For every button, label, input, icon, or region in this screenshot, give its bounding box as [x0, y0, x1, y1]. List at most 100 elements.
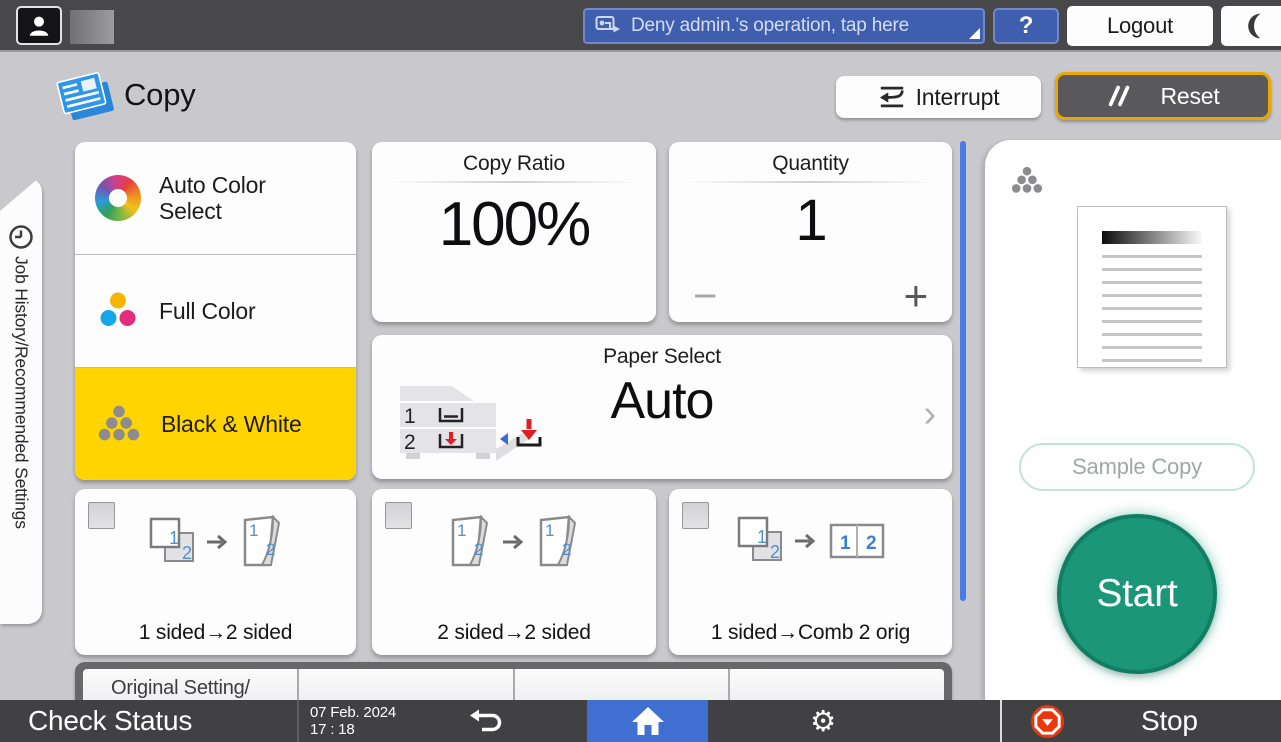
remote-operation-icon	[595, 16, 620, 33]
home-button[interactable]	[587, 700, 708, 742]
job-history-tab[interactable]: Job History/Recommended Settings	[0, 177, 42, 624]
arrow-right-icon	[794, 533, 815, 549]
help-button[interactable]: ?	[993, 8, 1059, 44]
duplex-option-1sided-combine[interactable]: 2 1 1 2 1 sided→Comb 2 orig	[669, 489, 952, 655]
copy-ratio-value: 100%	[438, 190, 592, 259]
status-indicator	[70, 10, 114, 44]
svg-text:2: 2	[866, 533, 876, 554]
full-color-icon	[100, 292, 136, 326]
back-button[interactable]	[468, 707, 508, 737]
color-mode-auto[interactable]: Auto Color Select	[75, 142, 356, 255]
color-mode-panel: Auto Color Select Full Color Black & Whi…	[75, 142, 356, 480]
gear-icon: ⚙	[810, 705, 836, 738]
person-icon	[29, 16, 49, 36]
arrow-right-icon	[503, 534, 524, 550]
duplex-icon-group: 2 1 1 2	[75, 515, 356, 569]
logout-label: Logout	[1106, 13, 1174, 38]
divider	[388, 181, 640, 183]
duplex-icon-group: 2 1 1 2	[669, 515, 952, 567]
grayscale-gradient-bar	[1102, 231, 1202, 244]
top-bar: Deny admin.'s operation, tap here ? Logo…	[0, 0, 1281, 52]
deny-banner-label: Deny admin.'s operation, tap here	[631, 15, 909, 36]
svg-text:2: 2	[770, 542, 780, 562]
vertical-scrollbar[interactable]	[960, 141, 966, 601]
duplex-option-label: 1 sided→2 sided	[138, 621, 293, 644]
duplex-option-2sided-2sided[interactable]: 1 2 1 2 2 sided→2 sided	[372, 489, 656, 655]
home-icon	[631, 707, 664, 735]
paper-select-card[interactable]: Paper Select Auto › 1 2	[372, 335, 952, 479]
svg-text:2: 2	[562, 540, 571, 559]
arrow-right-icon	[206, 534, 227, 550]
interrupt-button[interactable]: Interrupt	[836, 76, 1041, 118]
sample-copy-label: Sample Copy	[1072, 454, 1202, 479]
stop-label: Stop	[1141, 705, 1198, 736]
reset-button[interactable]: Reset	[1055, 72, 1271, 120]
quantity-minus-button[interactable]: −	[693, 272, 718, 320]
svg-text:1: 1	[457, 521, 466, 540]
reset-label: Reset	[1160, 82, 1220, 109]
color-mode-black-white[interactable]: Black & White	[75, 368, 356, 480]
reset-slashes-icon	[1109, 85, 1130, 107]
deny-admin-banner[interactable]: Deny admin.'s operation, tap here	[583, 8, 985, 44]
start-label: Start	[1096, 572, 1178, 615]
job-preview-panel: Sample Copy Start	[985, 140, 1281, 700]
stop-icon	[1030, 704, 1065, 738]
svg-text:2: 2	[266, 540, 275, 559]
svg-text:1: 1	[249, 521, 258, 540]
start-button[interactable]: Start	[1057, 514, 1217, 674]
combine-two-pages-icon: 1 2	[829, 523, 884, 559]
full-color-label: Full Color	[159, 297, 256, 324]
sample-copy-button[interactable]: Sample Copy	[1019, 443, 1255, 491]
duplex-option-label: 2 sided→2 sided	[437, 621, 591, 644]
interrupt-icon	[879, 86, 904, 108]
logout-button[interactable]: Logout	[1067, 6, 1213, 46]
duplex-icon-group: 1 2 1 2	[372, 515, 656, 569]
one-sided-pages-icon: 2 1	[149, 517, 194, 563]
job-history-tab-label: Job History/Recommended Settings	[11, 256, 32, 529]
back-arrow-icon	[470, 709, 502, 732]
clock-icon	[9, 225, 33, 249]
duplex-option-1sided-2sided[interactable]: 2 1 1 2 1 sided→2 sided	[75, 489, 356, 655]
auto-color-icon	[85, 165, 151, 231]
duplex-option-label: 1 sided→Comb 2 orig	[710, 621, 911, 644]
bottom-status-bar: Check Status 07 Feb. 2024 17 : 18 ⚙ Stop	[0, 700, 1281, 742]
quantity-label: Quantity	[772, 152, 849, 175]
two-sided-page-icon: 1 2	[451, 515, 489, 567]
paper-select-label: Paper Select	[603, 345, 721, 368]
time-label: 17 : 18	[310, 721, 355, 739]
page-title: Copy	[124, 77, 196, 112]
interrupt-label: Interrupt	[915, 83, 1000, 110]
svg-text:1: 1	[404, 405, 415, 428]
color-mode-full-color[interactable]: Full Color	[75, 255, 356, 368]
date-label: 07 Feb. 2024	[310, 704, 397, 721]
svg-text:2: 2	[182, 543, 192, 563]
quantity-card[interactable]: Quantity 1 − +	[669, 142, 952, 322]
svg-text:1: 1	[757, 527, 767, 547]
help-label: ?	[1018, 12, 1034, 39]
settings-button[interactable]: ⚙	[793, 700, 853, 742]
energy-saver-button[interactable]	[1221, 6, 1281, 46]
check-status-button[interactable]: Check Status	[28, 700, 192, 742]
chevron-right-icon: ›	[923, 393, 937, 435]
datetime-display: 07 Feb. 2024 17 : 18	[310, 704, 396, 739]
svg-text:1: 1	[840, 533, 851, 554]
quantity-plus-button[interactable]: +	[904, 272, 929, 320]
stop-section[interactable]: Stop	[1022, 700, 1281, 742]
document-preview	[1077, 206, 1227, 368]
black-white-mode-indicator-icon	[1011, 166, 1043, 193]
user-login-button[interactable]	[16, 6, 62, 45]
divider	[1000, 700, 1002, 742]
auto-color-label: Auto Color Select	[159, 171, 266, 224]
copy-ratio-card[interactable]: Copy Ratio 100%	[372, 142, 656, 322]
copy-app-icon	[56, 72, 114, 121]
divider	[685, 181, 936, 183]
one-sided-pages-icon: 2 1	[737, 516, 782, 562]
black-white-label: Black & White	[161, 410, 302, 437]
paper-tray-icon: 1 2	[400, 386, 542, 461]
moon-icon	[1248, 13, 1261, 39]
banner-fold-corner	[969, 28, 980, 39]
two-sided-page-icon: 1 2	[539, 515, 577, 567]
two-sided-page-icon: 1 2	[243, 515, 280, 567]
copy-ratio-label: Copy Ratio	[463, 152, 565, 175]
svg-text:1: 1	[545, 521, 554, 540]
